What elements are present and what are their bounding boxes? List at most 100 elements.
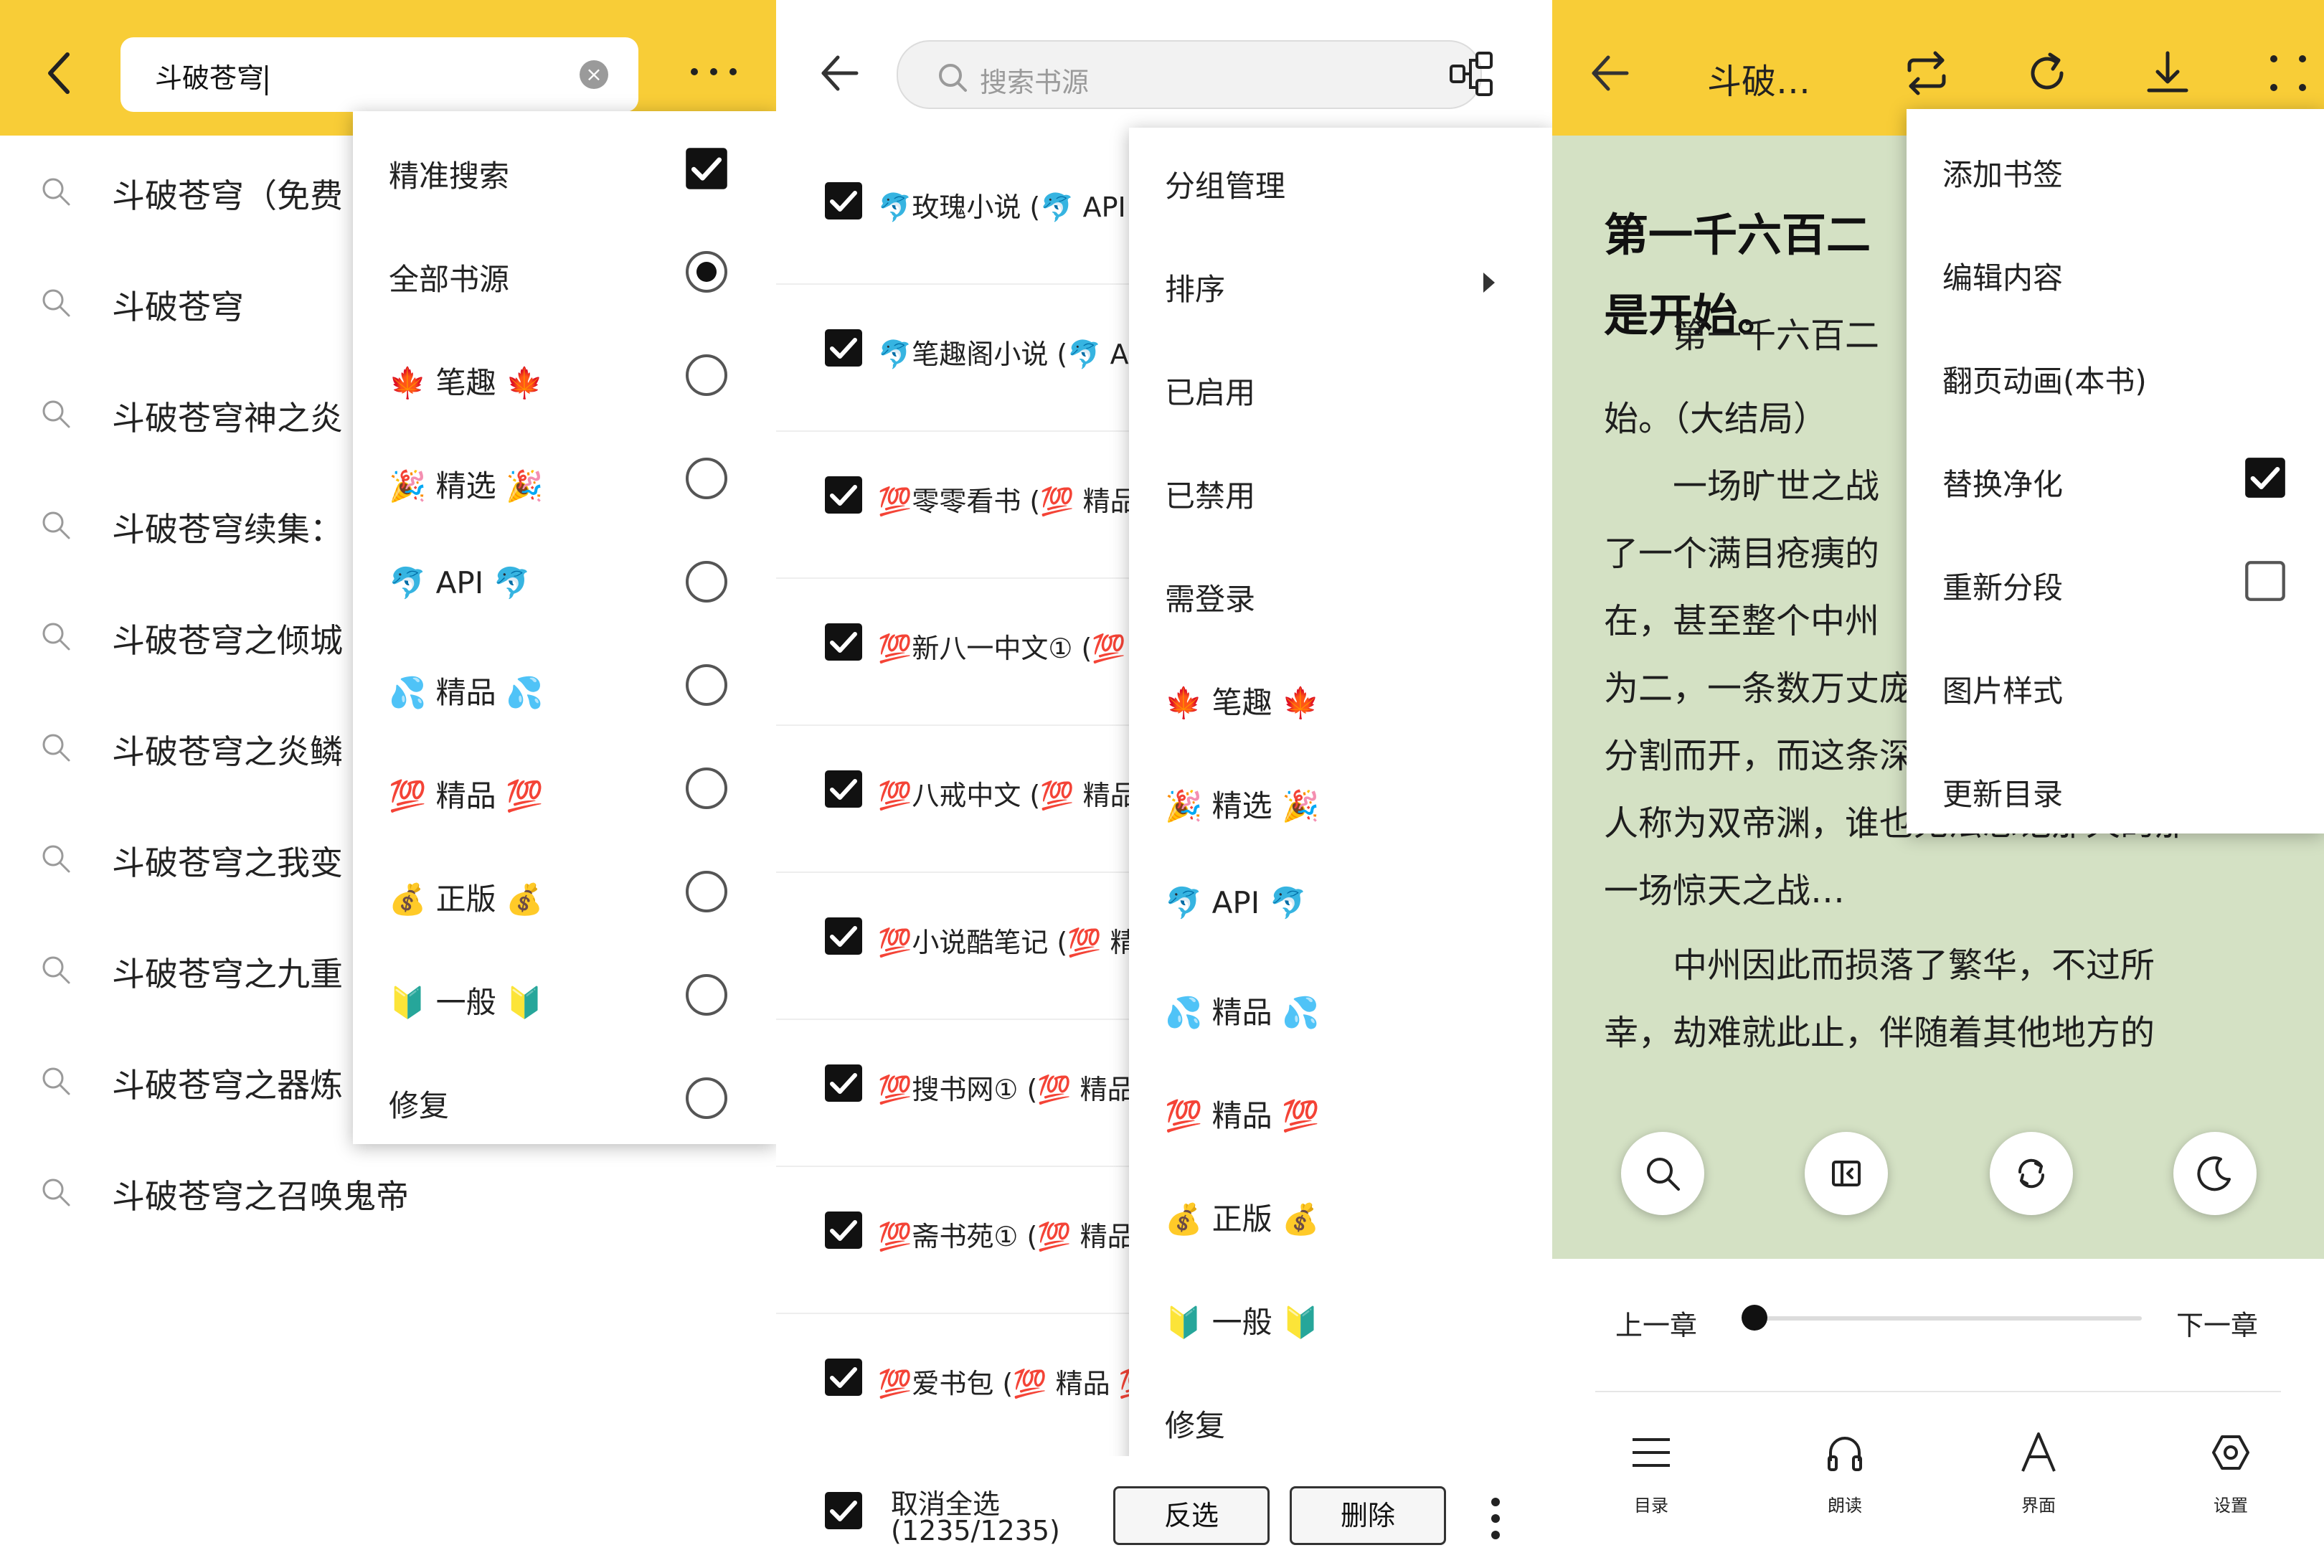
- delete-button[interactable]: 删除: [1290, 1486, 1446, 1545]
- source-checkbox[interactable]: [823, 328, 864, 368]
- reader-menu-item[interactable]: 翻页动画(本书): [1907, 323, 2324, 426]
- menu-item-label: 精准搜索: [389, 159, 510, 194]
- prev-chapter-button[interactable]: 上一章: [1615, 1303, 1697, 1343]
- group-menu-item[interactable]: 已禁用: [1129, 438, 1552, 541]
- more-icon[interactable]: [2264, 49, 2313, 98]
- search-icon: [40, 732, 72, 763]
- more-vertical-icon[interactable]: [1485, 1493, 1506, 1544]
- radio-button[interactable]: [684, 353, 729, 397]
- menu-item-label: 编辑内容: [1942, 260, 2064, 296]
- source-checkbox[interactable]: [823, 475, 864, 515]
- menu-item-label: 全部书源: [389, 262, 510, 297]
- suggestion-item[interactable]: 斗破苍穹之召唤鬼帝: [0, 1136, 776, 1247]
- toolbar-interface[interactable]: 界面: [1981, 1431, 2096, 1524]
- search-content-button[interactable]: [1621, 1132, 1704, 1215]
- group-menu-item[interactable]: 💰 正版 💰: [1129, 1161, 1552, 1264]
- radio-button[interactable]: [684, 663, 729, 707]
- search-menu-item[interactable]: 💯 精品 💯: [353, 737, 776, 841]
- radio-button[interactable]: [684, 973, 729, 1017]
- chapter-progress-slider[interactable]: [1754, 1316, 2142, 1321]
- radio-button[interactable]: [684, 766, 729, 811]
- invert-selection-button[interactable]: 反选: [1113, 1486, 1270, 1545]
- checkbox[interactable]: [2244, 456, 2287, 499]
- search-menu-item[interactable]: 修复: [353, 1047, 776, 1151]
- group-menu-item[interactable]: 🔰 一般 🔰: [1129, 1264, 1552, 1367]
- source-name: 💯爱书包 (💯 精品 💯: [878, 1368, 1153, 1399]
- toolbar-read-aloud[interactable]: 朗读: [1787, 1431, 1902, 1524]
- suggestion-text: 斗破苍穹之召唤鬼帝: [112, 1177, 409, 1216]
- reader-menu-item[interactable]: 替换净化: [1907, 426, 2324, 529]
- search-menu-item[interactable]: 🍁 笔趣 🍁: [353, 324, 776, 428]
- search-screen: 斗破苍穹 × 斗破苍穹（免费 斗破苍穹 斗破苍穹神之炎 斗破苍穹续集： 斗破苍穹之倾城斗…: [0, 0, 776, 1568]
- group-menu-item[interactable]: 分组管理: [1129, 128, 1552, 231]
- source-checkbox[interactable]: [823, 1063, 864, 1103]
- back-icon[interactable]: [1588, 52, 1631, 95]
- clear-icon[interactable]: ×: [580, 60, 608, 89]
- reader-menu-item[interactable]: 更新目录: [1907, 736, 2324, 839]
- reader-menu-item[interactable]: 重新分段: [1907, 529, 2324, 633]
- radio-button[interactable]: [684, 869, 729, 914]
- group-menu-item[interactable]: 🍁 笔趣 🍁: [1129, 644, 1552, 747]
- search-icon: [1647, 1158, 1680, 1191]
- checkbox[interactable]: [2244, 559, 2287, 603]
- refresh-icon[interactable]: [2023, 49, 2072, 98]
- menu-item-label: 需登录: [1165, 582, 1256, 617]
- radio-button[interactable]: [684, 250, 729, 294]
- back-icon[interactable]: [818, 52, 861, 95]
- menu-item-label: 🎉 精选 🎉: [389, 468, 544, 504]
- headphones-icon: [1828, 1437, 1862, 1471]
- search-menu-item[interactable]: 🔰 一般 🔰: [353, 944, 776, 1047]
- search-menu-item[interactable]: 🎉 精选 🎉: [353, 428, 776, 531]
- search-icon: [40, 1065, 72, 1097]
- search-menu-item[interactable]: 全部书源: [353, 221, 776, 324]
- change-source-icon[interactable]: [1902, 49, 1951, 98]
- group-menu-item[interactable]: 💯 精品 💯: [1129, 1057, 1552, 1161]
- source-checkbox[interactable]: [823, 1210, 864, 1250]
- source-checkbox[interactable]: [823, 916, 864, 956]
- source-search-input[interactable]: 搜索书源: [897, 40, 1482, 109]
- night-mode-button[interactable]: [2173, 1132, 2257, 1215]
- source-name: 💯小说酷笔记 (💯 精: [878, 927, 1138, 958]
- download-icon[interactable]: [2143, 49, 2192, 98]
- search-menu-item[interactable]: 💰 正版 💰: [353, 841, 776, 944]
- group-menu-item[interactable]: 🐬 API 🐬: [1129, 851, 1552, 954]
- auto-page-button[interactable]: [1805, 1132, 1888, 1215]
- toolbar-catalog[interactable]: 目录: [1594, 1431, 1709, 1524]
- search-input[interactable]: 斗破苍穹 ×: [121, 37, 638, 112]
- search-icon: [40, 843, 72, 874]
- select-all-checkbox[interactable]: [823, 1491, 864, 1531]
- search-menu-item[interactable]: 🐬 API 🐬: [353, 531, 776, 634]
- group-menu-item[interactable]: 修复: [1129, 1367, 1552, 1470]
- group-menu-item[interactable]: 💦 精品 💦: [1129, 954, 1552, 1057]
- reader-menu-item[interactable]: 图片样式: [1907, 633, 2324, 736]
- reader-menu-item[interactable]: 编辑内容: [1907, 219, 2324, 323]
- search-menu-item[interactable]: 精准搜索: [353, 118, 776, 221]
- paragraph-line: 了一个满目疮痍的: [1604, 534, 1880, 574]
- toolbar-settings[interactable]: 设置: [2173, 1431, 2288, 1524]
- source-checkbox[interactable]: [823, 1357, 864, 1397]
- group-menu-item[interactable]: 🎉 精选 🎉: [1129, 747, 1552, 851]
- source-name: 💯新八一中文① (💯: [878, 633, 1126, 664]
- search-menu-item[interactable]: 💦 精品 💦: [353, 634, 776, 737]
- more-icon[interactable]: [681, 43, 746, 100]
- search-query[interactable]: 斗破苍穹: [155, 56, 268, 95]
- slider-thumb[interactable]: [1742, 1305, 1767, 1331]
- checkbox[interactable]: [684, 146, 729, 191]
- menu-item-label: 重新分段: [1942, 570, 2064, 605]
- replace-rule-button[interactable]: [1990, 1132, 2073, 1215]
- radio-button[interactable]: [684, 1076, 729, 1120]
- radio-button[interactable]: [684, 456, 729, 501]
- reader-bottom-panel: 上一章 下一章 目录 朗读 界面 设置: [1552, 1259, 2324, 1568]
- next-chapter-button[interactable]: 下一章: [2176, 1303, 2258, 1343]
- group-menu-item[interactable]: 需登录: [1129, 541, 1552, 644]
- radio-button[interactable]: [684, 559, 729, 604]
- source-checkbox[interactable]: [823, 181, 864, 221]
- group-menu-item[interactable]: 已启用: [1129, 334, 1552, 438]
- reader-menu-item[interactable]: 添加书签: [1907, 116, 2324, 219]
- toolbar-label: 界面: [2021, 1496, 2056, 1516]
- back-icon[interactable]: [42, 47, 82, 99]
- group-menu-item[interactable]: 排序: [1129, 231, 1552, 334]
- source-checkbox[interactable]: [823, 769, 864, 809]
- source-checkbox[interactable]: [823, 622, 864, 662]
- group-icon[interactable]: [1447, 49, 1497, 99]
